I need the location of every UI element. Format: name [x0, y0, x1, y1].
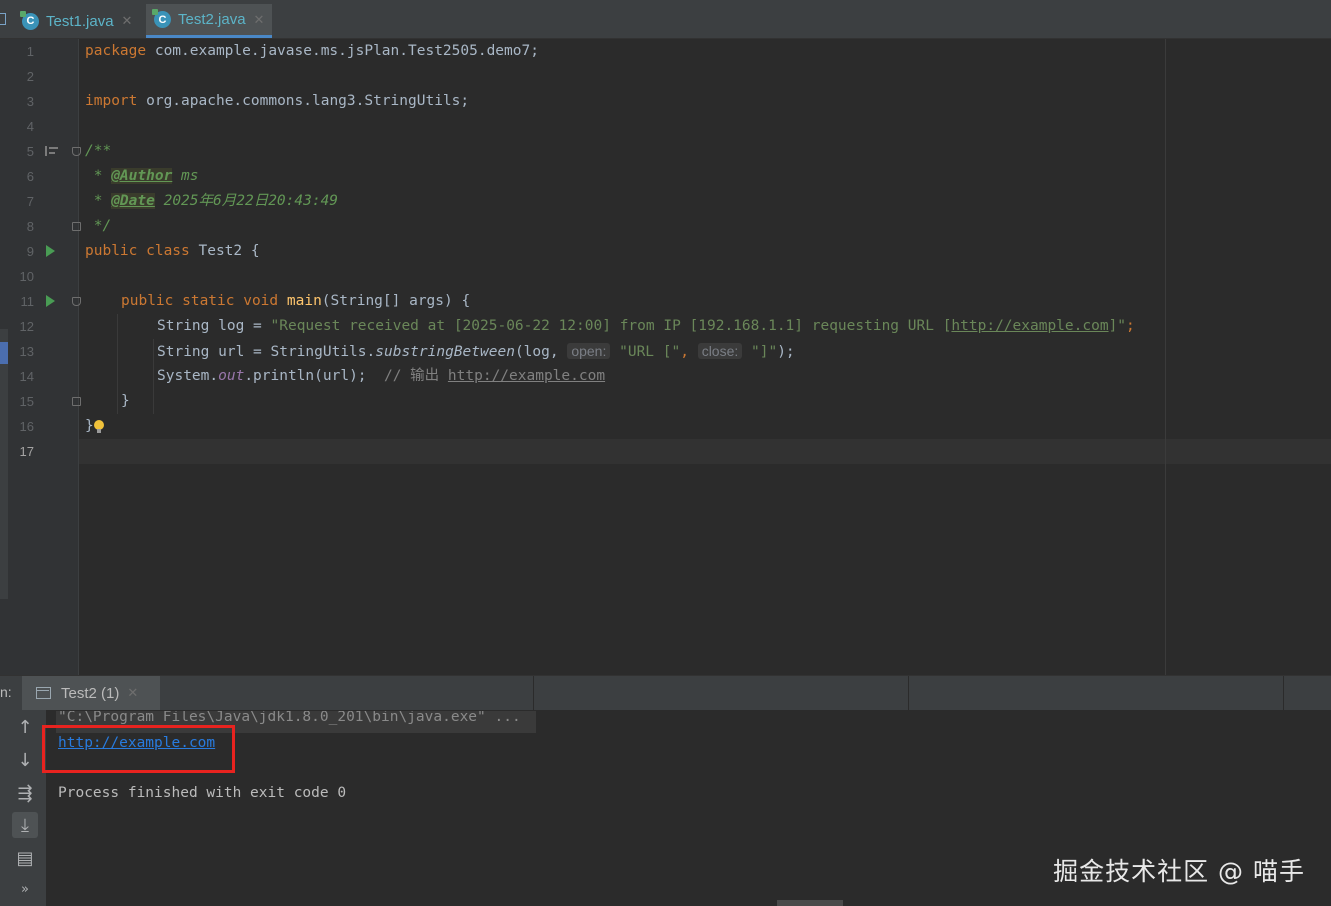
print-icon[interactable]: ▤ — [12, 845, 38, 871]
parameter-hint: open: — [567, 343, 611, 359]
code-line-3: import org.apache.commons.lang3.StringUt… — [85, 93, 470, 109]
code-line-8: */ — [85, 218, 112, 234]
code-line-5: /** — [85, 143, 112, 159]
rendered-doc-toggle-icon[interactable] — [45, 146, 58, 156]
close-tab-icon[interactable]: ✕ — [122, 13, 133, 29]
line-number: 14 — [19, 369, 34, 384]
line-number: 5 — [26, 144, 34, 159]
tab-test2-java[interactable]: C Test2.java ✕ — [146, 4, 273, 38]
code-line-6: * @Author ms — [85, 168, 199, 184]
line-number: 6 — [26, 169, 34, 184]
tab-test1-java[interactable]: C Test1.java ✕ — [14, 4, 140, 38]
run-console[interactable]: ↑ ↓ ⇶ ⤓ ▤ » "C:\Program Files\Java\jdk1.… — [0, 710, 1331, 906]
line-number: 4 — [26, 119, 34, 134]
run-tool-window-header: n: Test2 (1) ✕ — [0, 675, 1331, 710]
run-main-icon[interactable] — [46, 295, 55, 307]
line-number: 15 — [19, 394, 34, 409]
line-number: 13 — [19, 344, 34, 359]
code-line-13: String url = StringUtils.substringBetwee… — [157, 343, 795, 360]
line-number: 11 — [20, 294, 35, 309]
code-text[interactable]: package com.example.javase.ms.jsPlan.Tes… — [85, 39, 1165, 675]
fold-icon[interactable] — [72, 147, 81, 156]
fold-icon[interactable] — [72, 222, 81, 231]
line-number: 7 — [26, 194, 34, 209]
more-icon[interactable]: » — [12, 876, 38, 902]
intention-bulb-icon[interactable] — [93, 419, 104, 433]
java-class-icon: C — [20, 10, 39, 30]
code-line-15: } — [121, 393, 130, 409]
code-line-1: package com.example.javase.ms.jsPlan.Tes… — [85, 43, 539, 59]
line-number-gutter: 1 2 3 4 5 6 7 8 9 10 11 12 13 14 15 16 1… — [10, 39, 81, 675]
watermark: 掘金技术社区 @ 喵手 — [1053, 857, 1305, 886]
run-tab-label: Test2 (1) — [61, 684, 120, 702]
line-number: 8 — [26, 219, 34, 234]
down-arrow-icon[interactable]: ↓ — [12, 747, 38, 773]
code-editor[interactable]: 1 2 3 4 5 6 7 8 9 10 11 12 13 14 15 16 1… — [0, 39, 1331, 675]
close-run-tab-icon[interactable]: ✕ — [127, 685, 138, 701]
fold-icon[interactable] — [72, 397, 81, 406]
line-number: 10 — [19, 269, 34, 284]
soft-wrap-icon[interactable]: ⇶ — [12, 780, 38, 806]
console-icon — [36, 687, 51, 699]
line-number: 16 — [19, 419, 34, 434]
javadoc-tag: @Author — [111, 168, 173, 184]
comment-url-link[interactable]: http://example.com — [448, 368, 605, 384]
right-margin-guide — [1165, 39, 1166, 675]
line-number: 12 — [19, 319, 34, 334]
line-number: 9 — [26, 244, 34, 259]
code-line-11: public static void main(String[] args) { — [121, 293, 471, 309]
exit-message: Process finished with exit code 0 — [58, 785, 347, 801]
code-line-14: System.out.println(url); // 输出 http://ex… — [157, 368, 606, 384]
run-tab-test2[interactable]: Test2 (1) ✕ — [22, 676, 160, 710]
scroll-to-end-icon[interactable]: ⤓ — [12, 812, 38, 838]
line-number-current: 17 — [19, 444, 34, 459]
line-number: 3 — [26, 94, 34, 109]
code-line-9: public class Test2 { — [85, 243, 260, 259]
parameter-hint: close: — [697, 343, 743, 359]
code-url-link[interactable]: http://example.com — [951, 318, 1108, 334]
line-number: 2 — [26, 69, 34, 84]
code-line-7: * @Date 2025年6月22日20:43:49 — [85, 193, 339, 209]
code-line-12: String log = "Request received at [2025-… — [157, 318, 1135, 334]
console-toolbar: ↑ ↓ ⇶ ⤓ ▤ » — [0, 710, 46, 906]
up-arrow-icon[interactable]: ↑ — [12, 714, 38, 740]
close-tab-icon[interactable]: ✕ — [254, 12, 265, 28]
editor-tab-bar: C Test1.java ✕ C Test2.java ✕ — [0, 0, 1331, 39]
java-class-icon: C — [152, 9, 171, 28]
javadoc-tag: @Date — [111, 193, 155, 209]
run-class-icon[interactable] — [46, 245, 55, 257]
red-highlight-box — [42, 725, 235, 773]
horizontal-scrollbar[interactable] — [777, 900, 843, 906]
fold-icon[interactable] — [72, 297, 81, 306]
left-tool-strip — [0, 39, 10, 675]
run-panel-title: n: — [0, 684, 12, 700]
project-panel-toggle[interactable] — [0, 0, 10, 38]
code-line-16: } — [85, 414, 104, 439]
line-number: 1 — [26, 44, 34, 59]
